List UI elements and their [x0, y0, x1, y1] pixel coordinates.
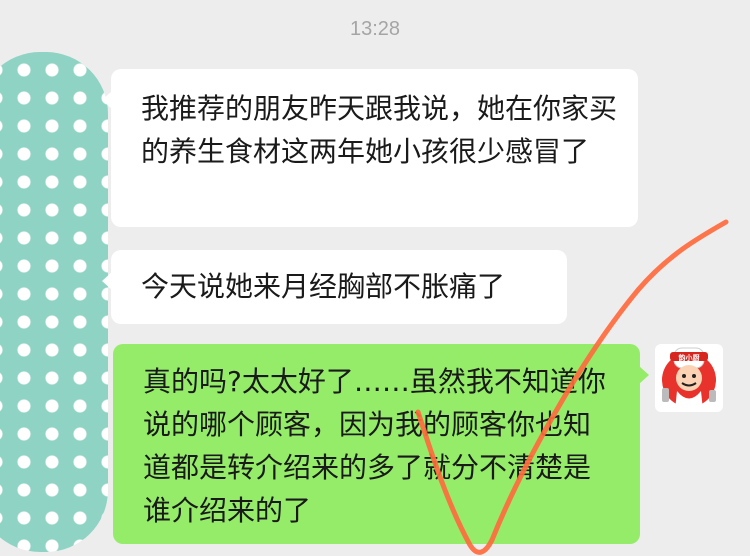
- message-timestamp: 13:28: [349, 18, 401, 40]
- user-avatar[interactable]: 韵小厨: [655, 344, 723, 412]
- incoming-message-bubble[interactable]: 我推荐的朋友昨天跟我说，她在你家买的养生食材这两年她小孩很少感冒了: [102, 69, 638, 227]
- avatar-label: 韵小厨: [679, 353, 700, 362]
- incoming-message-bubble[interactable]: 今天说她来月经胸部不胀痛了: [102, 250, 567, 324]
- contact-avatar[interactable]: [0, 52, 108, 552]
- outgoing-message-bubble[interactable]: 真的吗?太太好了……虽然我不知道你说的哪个顾客，因为我的顾客你也知道都是转介绍来…: [113, 344, 649, 544]
- message-text: 真的吗?太太好了……虽然我不知道你说的哪个顾客，因为我的顾客你也知道都是转介绍来…: [143, 365, 606, 527]
- message-text: 今天说她来月经胸部不胀痛了: [141, 270, 506, 303]
- message-text: 我推荐的朋友昨天跟我说，她在你家买的养生食材这两年她小孩很少感冒了: [141, 92, 618, 168]
- chef-cartoon-avatar-icon: 韵小厨: [662, 347, 716, 410]
